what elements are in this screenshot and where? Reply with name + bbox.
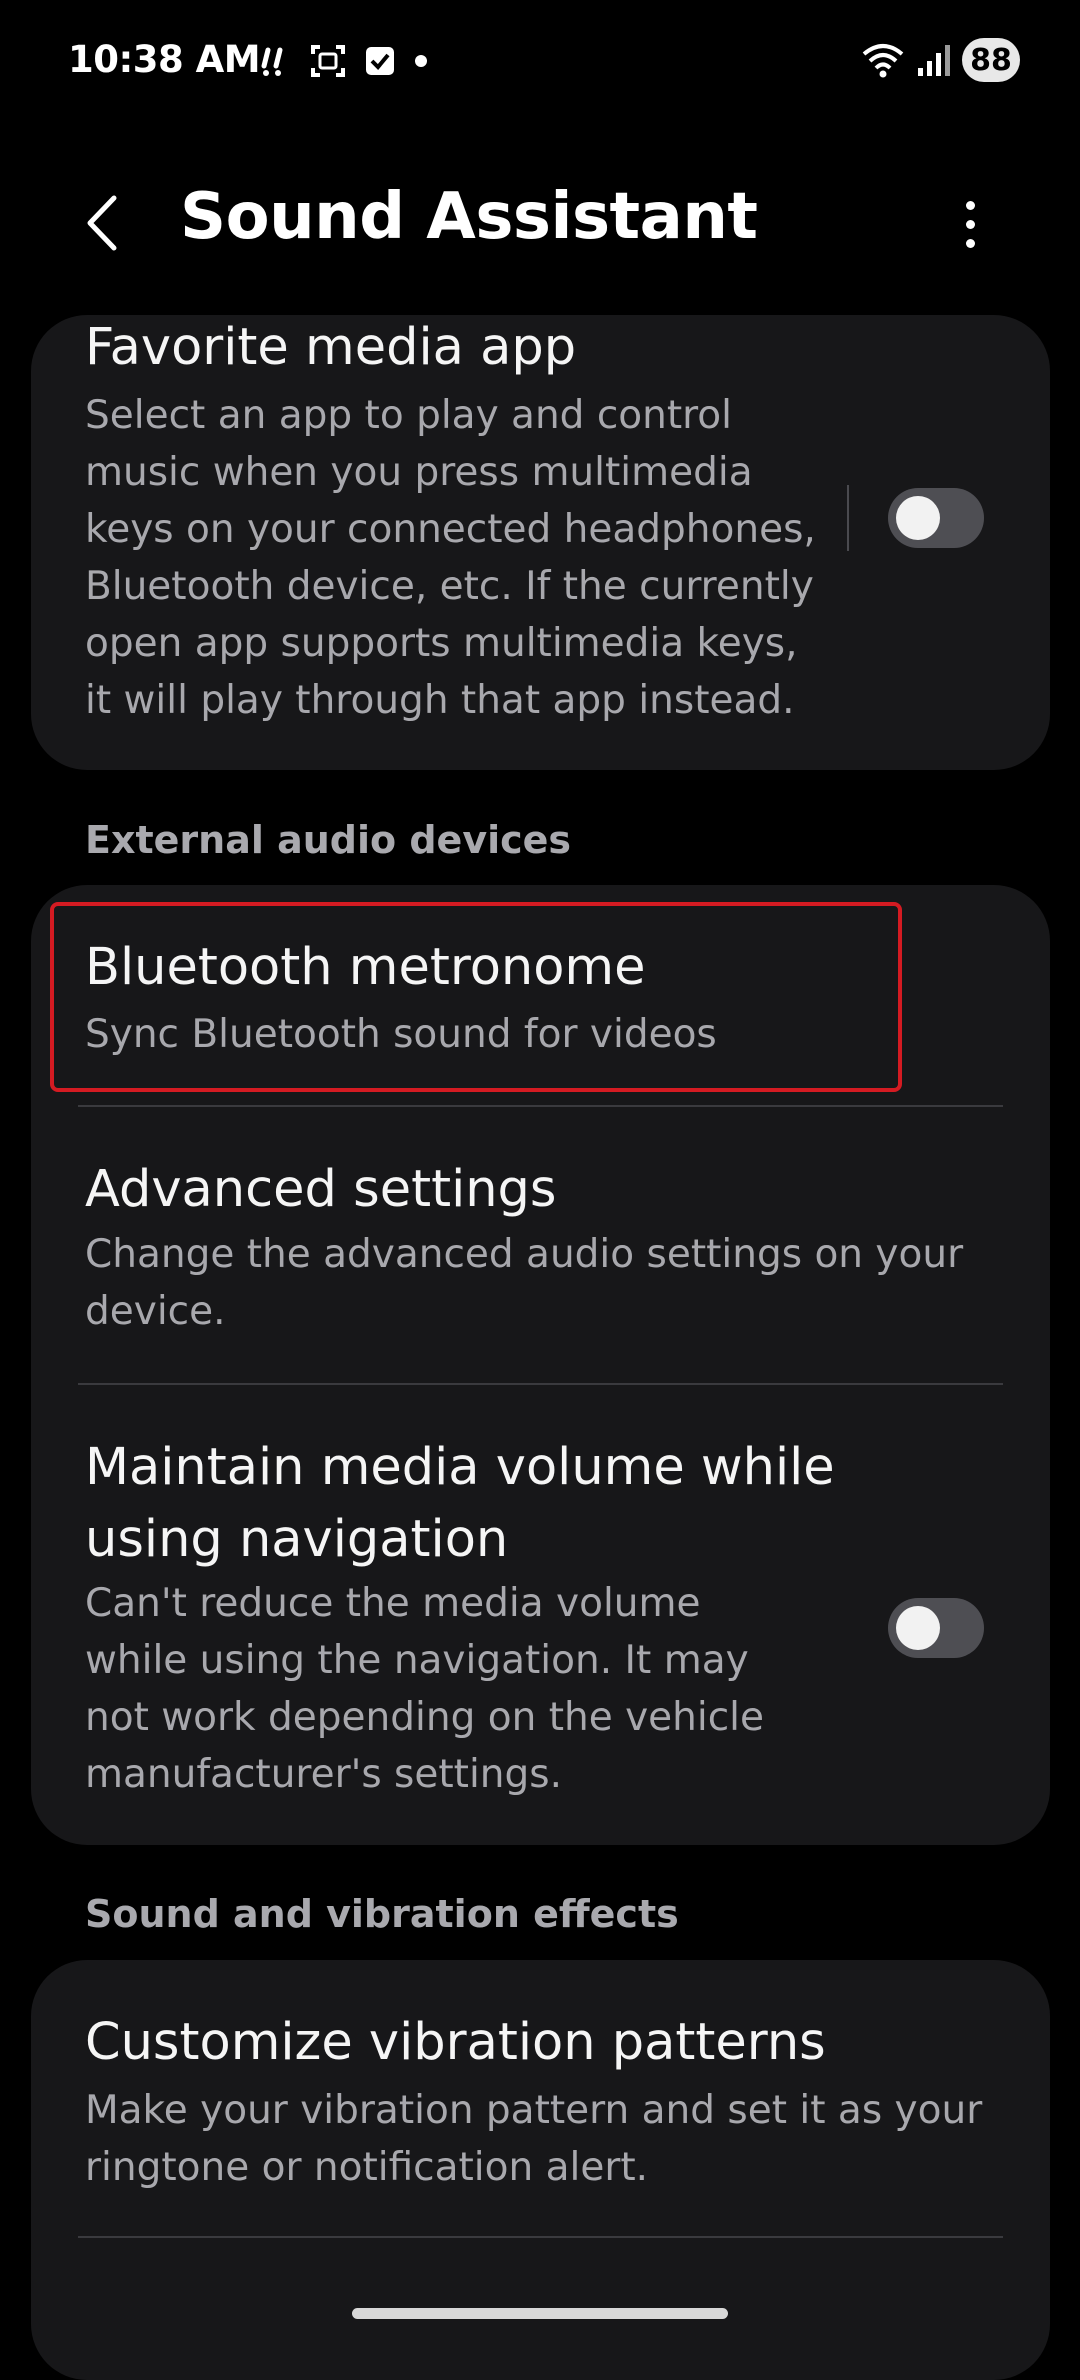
gesture-handle[interactable] xyxy=(352,2308,728,2319)
advanced-settings-subtitle-1: Change the advanced audio settings on yo… xyxy=(85,1232,964,1277)
customize-vibration-title: Customize vibration patterns xyxy=(85,2013,826,2072)
highlight-box xyxy=(50,902,902,1092)
more-vert-icon xyxy=(965,200,975,210)
toggle-knob xyxy=(896,1606,940,1650)
wifi-icon xyxy=(862,44,904,78)
favorite-media-description-5: open app supports multimedia keys, xyxy=(85,621,798,666)
status-time: 10:38 AM xyxy=(68,38,261,81)
favorite-media-app-item[interactable]: Favorite media app Select an app to play… xyxy=(31,315,1050,770)
chevron-left-icon xyxy=(87,195,117,251)
system-icons: 88 xyxy=(860,38,1020,82)
section-header-external-audio: External audio devices xyxy=(85,818,572,862)
favorite-media-description-4: Bluetooth device, etc. If the currently xyxy=(85,564,814,609)
toggle-separator xyxy=(847,485,849,551)
customize-vibration-subtitle-1: Make your vibration pattern and set it a… xyxy=(85,2088,983,2133)
favorite-media-description-2: music when you press multimedia xyxy=(85,450,753,495)
advanced-settings-subtitle-2: device. xyxy=(85,1289,226,1334)
voicemail-icon xyxy=(261,47,283,76)
back-button[interactable] xyxy=(70,188,140,258)
battery-icon: 88 xyxy=(962,38,1020,82)
screenshot-icon xyxy=(311,45,345,77)
app-bar: Sound Assistant xyxy=(0,160,1080,280)
maintain-volume-title-1: Maintain media volume while xyxy=(85,1438,835,1497)
page-title: Sound Assistant xyxy=(180,180,758,254)
signal-icon xyxy=(918,45,950,76)
favorite-media-toggle[interactable] xyxy=(888,488,984,548)
maintain-volume-subtitle-4: manufacturer's settings. xyxy=(85,1752,562,1797)
maintain-volume-subtitle-3: not work depending on the vehicle xyxy=(85,1695,764,1740)
maintain-volume-title-2: using navigation xyxy=(85,1510,509,1569)
maintain-volume-subtitle-1: Can't reduce the media volume xyxy=(85,1581,701,1626)
check-notification-icon xyxy=(366,47,394,75)
dot-icon xyxy=(415,55,427,67)
maintain-volume-toggle[interactable] xyxy=(888,1598,984,1658)
divider xyxy=(78,2236,1003,2238)
customize-vibration-patterns-item[interactable]: Customize vibration patterns Make your v… xyxy=(31,1960,1050,2236)
maintain-media-volume-item[interactable]: Maintain media volume while using naviga… xyxy=(31,1385,1050,1845)
section-header-sound-vibration: Sound and vibration effects xyxy=(85,1892,679,1936)
status-bar: 10:38 AM 88 xyxy=(0,0,1080,130)
customize-vibration-subtitle-2: ringtone or notification alert. xyxy=(85,2145,649,2190)
notification-icons xyxy=(258,44,428,78)
maintain-volume-subtitle-2: while using the navigation. It may xyxy=(85,1638,749,1683)
favorite-media-description-3: keys on your connected headphones, xyxy=(85,507,816,552)
toggle-knob xyxy=(896,496,940,540)
favorite-media-description-6: it will play through that app instead. xyxy=(85,678,795,723)
favorite-media-description-1: Select an app to play and control xyxy=(85,393,733,438)
advanced-settings-title: Advanced settings xyxy=(85,1160,557,1219)
more-options-button[interactable] xyxy=(940,188,1000,260)
advanced-settings-item[interactable]: Advanced settings Change the advanced au… xyxy=(31,1107,1050,1383)
favorite-media-title: Favorite media app xyxy=(85,318,577,377)
favorite-media-card: Favorite media app Select an app to play… xyxy=(31,315,1050,770)
